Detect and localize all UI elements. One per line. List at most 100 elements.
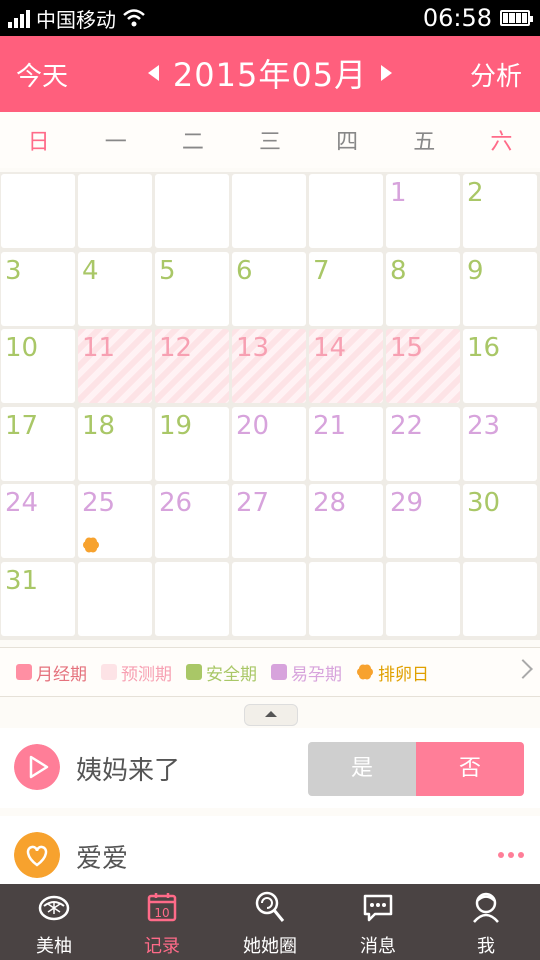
calendar-day-16[interactable]: 16 <box>463 329 537 403</box>
day-number: 15 <box>390 333 424 363</box>
calendar-day-30[interactable]: 30 <box>463 484 537 558</box>
day-number: 4 <box>82 255 99 286</box>
calendar-empty-cell <box>232 174 306 248</box>
prev-month-icon[interactable] <box>147 65 159 81</box>
calendar-day-2[interactable]: 2 <box>463 174 537 248</box>
tab-record[interactable]: 10 记录 <box>108 884 216 960</box>
tab-label: 美柚 <box>36 936 72 957</box>
scallop-divider <box>0 160 540 170</box>
calendar-empty-cell <box>386 561 460 636</box>
day-number: 23 <box>467 410 501 441</box>
period-label: 姨妈来了 <box>76 756 181 786</box>
day-number: 19 <box>159 410 193 441</box>
legend-item: 安全期 <box>186 660 257 685</box>
legend-label: 预测期 <box>121 664 172 685</box>
love-label: 爱爱 <box>76 844 129 874</box>
ovulation-flower-icon <box>357 664 373 680</box>
calendar-day-25[interactable]: 25 <box>78 484 152 558</box>
calendar-day-1[interactable]: 1 <box>386 174 460 248</box>
calendar-empty-cell <box>309 174 383 248</box>
analysis-button[interactable]: 分析 <box>470 56 522 93</box>
calendar-day-6[interactable]: 6 <box>232 251 306 326</box>
wifi-icon <box>123 9 145 27</box>
signal-icon <box>8 8 30 28</box>
day-number: 3 <box>5 255 22 286</box>
calendar-icon: 10 <box>147 893 177 922</box>
calendar-day-21[interactable]: 21 <box>309 406 383 481</box>
yes-button[interactable]: 是 <box>308 742 416 796</box>
clock: 06:58 <box>422 4 492 32</box>
calendar-day-5[interactable]: 5 <box>155 251 229 326</box>
chat-bubble-icon <box>363 894 393 922</box>
calendar-day-14[interactable]: 14 <box>309 329 383 403</box>
calendar-day-24[interactable]: 24 <box>1 484 75 558</box>
calendar-day-22[interactable]: 22 <box>386 406 460 481</box>
legend-item: 月经期 <box>16 660 87 685</box>
calendar-day-27[interactable]: 27 <box>232 484 306 558</box>
calendar-day-11[interactable]: 11 <box>78 329 152 403</box>
tab-me[interactable]: 我 <box>432 884 540 960</box>
day-number: 29 <box>390 488 424 518</box>
day-number: 20 <box>236 410 270 441</box>
day-number: 18 <box>82 410 116 441</box>
calendar-day-10[interactable]: 10 <box>1 329 75 403</box>
no-button[interactable]: 否 <box>416 742 524 796</box>
calendar-day-26[interactable]: 26 <box>155 484 229 558</box>
heart-icon <box>14 832 60 878</box>
day-number: 30 <box>467 488 501 518</box>
calendar-day-29[interactable]: 29 <box>386 484 460 558</box>
calendar-day-17[interactable]: 17 <box>1 406 75 481</box>
calendar-day-28[interactable]: 28 <box>309 484 383 558</box>
day-number: 9 <box>467 255 484 286</box>
tab-meiyou[interactable]: 美柚 <box>0 884 108 960</box>
next-month-icon[interactable] <box>381 65 393 81</box>
calendar-empty-cell <box>309 561 383 636</box>
calendar-day-20[interactable]: 20 <box>232 406 306 481</box>
tab-circle[interactable]: 她她圈 <box>216 884 324 960</box>
calendar-day-31[interactable]: 31 <box>1 561 75 636</box>
legend-item: 易孕期 <box>271 660 342 685</box>
tab-messages[interactable]: 消息 <box>324 884 432 960</box>
day-number: 7 <box>313 255 330 286</box>
day-number: 21 <box>313 410 347 441</box>
day-number: 27 <box>236 488 270 518</box>
day-number: 10 <box>5 333 39 363</box>
battery-icon <box>500 10 533 26</box>
tab-label: 消息 <box>360 936 396 957</box>
legend-label: 易孕期 <box>291 664 342 685</box>
day-number: 11 <box>82 333 116 363</box>
day-number: 28 <box>313 488 347 518</box>
calendar-day-9[interactable]: 9 <box>463 251 537 326</box>
month-title: 2015年05月 <box>172 56 368 94</box>
calendar-empty-cell <box>155 561 229 636</box>
calendar-day-15[interactable]: 15 <box>386 329 460 403</box>
calendar-day-12[interactable]: 12 <box>155 329 229 403</box>
tab-label: 记录 <box>144 936 180 957</box>
day-number: 2 <box>467 178 484 208</box>
calendar-day-18[interactable]: 18 <box>78 406 152 481</box>
calendar-empty-cell <box>463 561 537 636</box>
collapse-toggle-icon[interactable] <box>244 704 298 726</box>
calendar-day-4[interactable]: 4 <box>78 251 152 326</box>
day-number: 1 <box>390 178 407 208</box>
carrier-name: 中国移动 <box>36 7 116 32</box>
calendar-day-13[interactable]: 13 <box>232 329 306 403</box>
calendar-day-23[interactable]: 23 <box>463 406 537 481</box>
day-number: 14 <box>313 333 347 363</box>
calendar-day-7[interactable]: 7 <box>309 251 383 326</box>
calendar-day-19[interactable]: 19 <box>155 406 229 481</box>
legend-swatch <box>101 664 117 680</box>
period-toggle: 是 否 <box>308 742 524 796</box>
calendar-day-8[interactable]: 8 <box>386 251 460 326</box>
chevron-right-icon[interactable] <box>513 659 533 679</box>
day-number: 17 <box>5 410 39 441</box>
legend-bar: 月经期 预测期 安全期 易孕期 排卵日 <box>0 647 540 697</box>
more-icon[interactable] <box>498 852 524 858</box>
day-number: 6 <box>236 255 253 286</box>
calendar-empty-cell <box>232 561 306 636</box>
tab-label: 我 <box>477 936 495 957</box>
calendar-day-3[interactable]: 3 <box>1 251 75 326</box>
lollipop-icon <box>255 891 285 922</box>
calendar-badge: 10 <box>154 906 169 920</box>
calendar-empty-cell <box>78 561 152 636</box>
